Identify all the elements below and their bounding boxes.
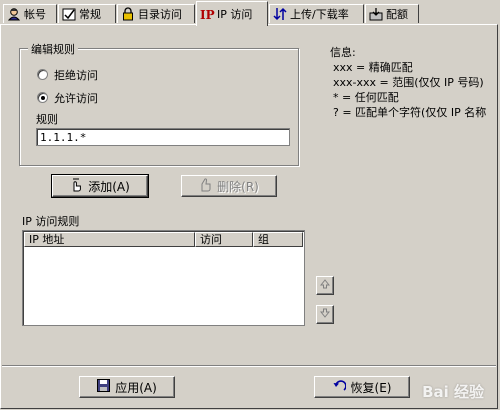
restore-button[interactable]: 恢复(E): [314, 376, 410, 398]
arrow-down-icon: [319, 308, 331, 321]
svg-text:IP: IP: [200, 8, 215, 21]
column-ip-address[interactable]: IP 地址: [24, 232, 195, 247]
move-down-button[interactable]: [316, 305, 334, 324]
deny-access-label: 拒绝访问: [54, 69, 98, 82]
edit-rule-title: 编辑规则: [28, 41, 78, 57]
tab-label: 帐号: [24, 8, 46, 21]
thumb-icon: [199, 177, 212, 195]
tab-account[interactable]: 帐号: [3, 4, 57, 23]
ip-rules-list[interactable]: IP 地址 访问 组: [22, 230, 305, 326]
restore-button-label: 恢复(E): [350, 380, 392, 395]
tab-label: 常规: [79, 8, 101, 21]
info-line: xxx-xxx = 范围(仅仅 IP 号码): [333, 76, 484, 89]
delete-button[interactable]: 删除(R): [181, 175, 277, 197]
deny-access-radio[interactable]: [37, 69, 48, 80]
user-icon: [7, 7, 21, 21]
watermark: Bai 经验: [422, 383, 484, 401]
allow-access-label: 允许访问: [54, 92, 98, 105]
tab-label: 配额: [386, 8, 408, 21]
rule-input[interactable]: [36, 128, 290, 146]
apply-button-label: 应用(A): [115, 380, 157, 395]
info-line: ? = 匹配单个字符(仅仅 IP 名称: [333, 106, 487, 119]
quota-icon: [369, 7, 383, 21]
tab-label: 目录访问: [138, 8, 182, 21]
ip-icon: IP: [200, 7, 215, 22]
move-up-button[interactable]: [316, 276, 334, 295]
arrow-up-icon: [319, 279, 331, 292]
allow-access-radio[interactable]: [37, 92, 48, 103]
save-disk-icon: [97, 379, 111, 395]
tab-ip-access[interactable]: IP IP 访问: [196, 1, 268, 26]
tab-label: 上传/下载率: [290, 8, 349, 21]
add-button[interactable]: 添加(A): [51, 174, 149, 198]
delete-button-label: 删除(R): [217, 179, 259, 194]
list-header: IP 地址 访问 组: [24, 232, 303, 247]
pointer-hand-icon: [70, 178, 83, 195]
tab-bar: 帐号 常规 目录访问 IP IP 访问 上传/下载率 配额: [0, 0, 500, 26]
column-access[interactable]: 访问: [195, 232, 253, 247]
column-group[interactable]: 组: [253, 232, 303, 247]
rule-label: 规则: [36, 113, 58, 126]
tab-general[interactable]: 常规: [58, 4, 116, 23]
lock-icon: [121, 7, 135, 21]
bottom-separator: [2, 365, 496, 367]
apply-button[interactable]: 应用(A): [79, 376, 175, 398]
info-line: xxx = 精确匹配: [333, 61, 413, 74]
tab-label: IP 访问: [217, 8, 253, 21]
undo-arrow-icon: [333, 379, 347, 395]
info-title: 信息:: [330, 46, 356, 59]
transfer-icon: [273, 7, 287, 21]
checklist-icon: [62, 7, 76, 21]
tab-directory-access[interactable]: 目录访问: [117, 4, 195, 23]
ip-rules-title: IP 访问规则: [22, 215, 80, 228]
info-line: * = 任何匹配: [333, 91, 399, 104]
tab-upload-download-rate[interactable]: 上传/下载率: [269, 4, 364, 23]
add-button-label: 添加(A): [88, 179, 130, 194]
tab-quota[interactable]: 配额: [365, 4, 419, 23]
edit-rule-group: [19, 48, 299, 166]
